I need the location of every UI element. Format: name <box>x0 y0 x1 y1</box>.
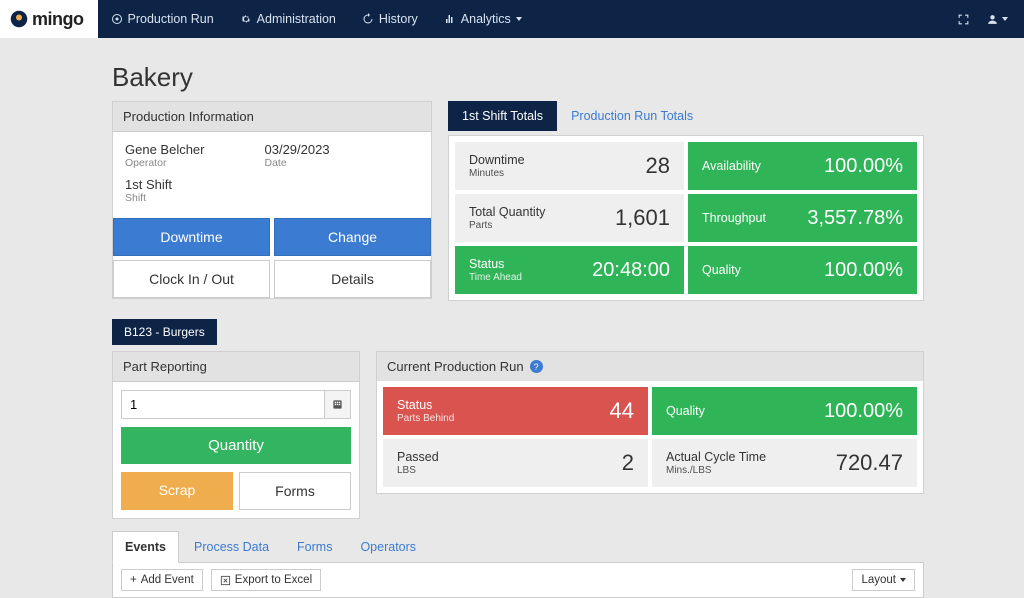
tab-run-totals[interactable]: Production Run Totals <box>557 101 707 131</box>
status-value: 20:48:00 <box>592 259 670 282</box>
shift-totals-panel: 1st Shift Totals Production Run Totals D… <box>448 101 924 301</box>
tile-cycle-time: Actual Cycle TimeMins./LBS 720.47 <box>652 439 917 487</box>
gear-icon <box>240 13 252 25</box>
date-label: Date <box>265 157 330 169</box>
export-excel-button[interactable]: Export to Excel <box>211 569 321 591</box>
brand-mark-icon <box>10 10 28 28</box>
tab-shift-totals[interactable]: 1st Shift Totals <box>448 101 557 131</box>
details-button[interactable]: Details <box>274 260 431 298</box>
history-icon <box>362 13 374 25</box>
totalqty-value: 1,601 <box>615 205 670 231</box>
tile-passed: PassedLBS 2 <box>383 439 648 487</box>
keypad-button[interactable] <box>324 391 350 418</box>
run-status-value: 44 <box>610 398 634 424</box>
nav-administration[interactable]: Administration <box>227 0 349 38</box>
tile-quality: Quality 100.00% <box>688 246 917 294</box>
cycle-value: 720.47 <box>836 450 903 476</box>
layout-button[interactable]: Layout <box>852 569 915 591</box>
part-chip[interactable]: B123 - Burgers <box>112 319 217 345</box>
production-info-header: Production Information <box>113 102 431 132</box>
current-run-header: Current Production Run <box>387 359 524 374</box>
operator-value: Gene Belcher <box>125 142 205 157</box>
current-run-card: Current Production Run ? StatusParts Beh… <box>376 351 924 494</box>
clock-button[interactable]: Clock In / Out <box>113 260 270 298</box>
tab-events[interactable]: Events <box>112 531 179 563</box>
tab-process-data[interactable]: Process Data <box>181 531 282 563</box>
change-button[interactable]: Change <box>274 218 431 256</box>
quantity-button[interactable]: Quantity <box>121 427 351 464</box>
add-event-button[interactable]: +Add Event <box>121 569 203 591</box>
tile-run-status: StatusParts Behind 44 <box>383 387 648 435</box>
downtime-value: 28 <box>646 153 670 179</box>
user-menu[interactable] <box>986 13 1008 26</box>
throughput-value: 3,557.78% <box>807 207 903 230</box>
operator-label: Operator <box>125 157 205 169</box>
nav-right <box>957 0 1024 38</box>
tile-availability: Availability 100.00% <box>688 142 917 190</box>
events-toolbar: +Add Event Export to Excel Layout <box>112 562 924 598</box>
availability-value: 100.00% <box>824 155 903 178</box>
nav-analytics[interactable]: Analytics <box>431 0 535 38</box>
quality-value: 100.00% <box>824 259 903 282</box>
excel-icon <box>220 575 231 586</box>
downtime-button[interactable]: Downtime <box>113 218 270 256</box>
nav-history[interactable]: History <box>349 0 431 38</box>
tile-run-quality: Quality 100.00% <box>652 387 917 435</box>
tile-total-quantity: Total QuantityParts 1,601 <box>455 194 684 242</box>
chart-icon <box>444 13 456 25</box>
shift-label: Shift <box>125 192 172 204</box>
forms-button[interactable]: Forms <box>239 472 351 510</box>
shift-value: 1st Shift <box>125 177 172 192</box>
part-reporting-card: Part Reporting Quantity Scrap Forms <box>112 351 360 519</box>
tile-downtime: DowntimeMinutes 28 <box>455 142 684 190</box>
tab-operators[interactable]: Operators <box>347 531 429 563</box>
passed-value: 2 <box>622 450 634 476</box>
user-icon <box>986 13 999 26</box>
chevron-down-icon <box>1002 17 1008 21</box>
tile-status: StatusTime Ahead 20:48:00 <box>455 246 684 294</box>
keypad-icon <box>332 399 343 410</box>
nav-production-run[interactable]: Production Run <box>98 0 227 38</box>
production-info-card: Production Information Gene Belcher Oper… <box>112 101 432 299</box>
run-quality-value: 100.00% <box>824 400 903 423</box>
tab-forms[interactable]: Forms <box>284 531 345 563</box>
fullscreen-icon[interactable] <box>957 13 970 26</box>
top-navbar: mingo Production Run Administration Hist… <box>0 0 1024 38</box>
tile-throughput: Throughput 3,557.78% <box>688 194 917 242</box>
help-icon[interactable]: ? <box>530 360 543 373</box>
quantity-input-row <box>121 390 351 419</box>
scrap-button[interactable]: Scrap <box>121 472 233 510</box>
date-value: 03/29/2023 <box>265 142 330 157</box>
nav-items: Production Run Administration History An… <box>98 0 535 38</box>
target-icon <box>111 13 123 25</box>
brand-logo[interactable]: mingo <box>0 0 98 38</box>
brand-text: mingo <box>32 9 84 30</box>
part-reporting-header: Part Reporting <box>113 352 359 382</box>
chevron-down-icon <box>900 578 906 582</box>
page-title: Bakery <box>112 62 924 93</box>
chevron-down-icon <box>516 17 522 21</box>
quantity-input[interactable] <box>122 391 324 418</box>
